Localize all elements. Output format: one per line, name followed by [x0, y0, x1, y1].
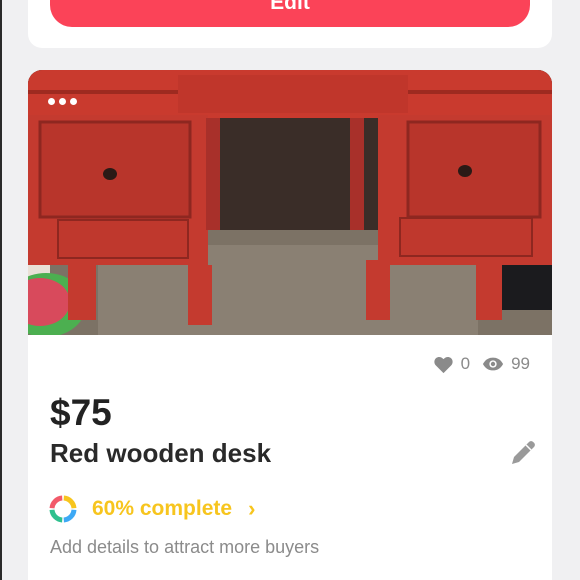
heart-icon: [433, 356, 453, 373]
edit-button[interactable]: Edit: [50, 0, 530, 27]
photo-knob-right: [458, 165, 472, 177]
progress-ring-segment: [63, 509, 77, 523]
progress-ring-segment: [49, 495, 63, 509]
progress-ring-icon: [49, 495, 77, 523]
progress-ring-segment: [63, 495, 77, 509]
listing-stats: 0 99: [433, 354, 530, 374]
listing-price: $75: [50, 392, 112, 433]
likes-count: 0: [460, 354, 471, 373]
more-options-icon[interactable]: [48, 94, 80, 108]
edit-card: Edit: [28, 0, 552, 48]
pencil-icon[interactable]: [508, 438, 538, 468]
views-count: 99: [511, 354, 530, 373]
chevron-right-icon: ›: [248, 496, 256, 521]
progress-text: 60% complete: [92, 497, 233, 520]
views-stat: 99: [482, 354, 530, 374]
likes-stat[interactable]: 0: [433, 354, 470, 374]
progress-ring-segment: [49, 509, 63, 523]
photo-knob-left: [103, 168, 117, 180]
listing-card[interactable]: 0 99 $75 Red wooden desk 60% complete › …: [28, 70, 552, 580]
window-edge: [0, 0, 2, 580]
completion-hint: Add details to attract more buyers: [50, 537, 320, 557]
listing-photo[interactable]: [28, 70, 552, 335]
completion-progress[interactable]: 60% complete ›: [48, 494, 255, 524]
listing-title: Red wooden desk: [50, 438, 272, 468]
eye-icon: [482, 357, 504, 371]
